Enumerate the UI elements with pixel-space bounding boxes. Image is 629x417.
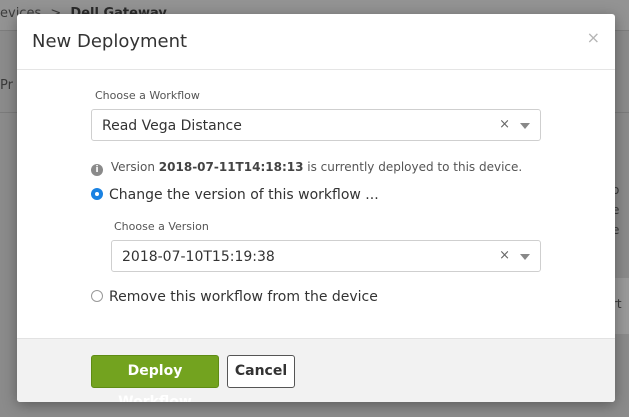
version-label: Choose a Version — [114, 220, 209, 233]
radio-checked-icon[interactable] — [91, 188, 103, 200]
chevron-down-icon[interactable] — [520, 123, 530, 129]
version-select-value: 2018-07-10T15:19:38 — [122, 249, 275, 265]
cancel-button[interactable]: Cancel — [227, 355, 295, 388]
close-icon[interactable]: × — [587, 28, 600, 47]
change-version-option[interactable]: Change the version of this workflow ... — [91, 187, 379, 203]
new-deployment-modal: New Deployment × Choose a Workflow Read … — [17, 14, 615, 402]
workflow-select[interactable]: Read Vega Distance × — [91, 109, 541, 141]
modal-footer: Deploy Workflow Cancel — [17, 338, 615, 402]
current-version: 2018-07-11T14:18:13 — [158, 160, 304, 174]
workflow-label: Choose a Workflow — [95, 89, 200, 102]
info-prefix: Version — [110, 160, 155, 174]
background-tab-text: Pr — [0, 78, 13, 93]
remove-workflow-label: Remove this workflow from the device — [109, 289, 378, 305]
modal-title: New Deployment — [32, 31, 188, 52]
info-suffix: is currently deployed to this device. — [307, 160, 523, 174]
radio-unchecked-icon[interactable] — [91, 290, 103, 302]
clear-icon[interactable]: × — [499, 248, 510, 263]
deploy-workflow-button[interactable]: Deploy Workflow — [91, 355, 219, 402]
version-select[interactable]: 2018-07-10T15:19:38 × — [111, 240, 541, 272]
change-version-label: Change the version of this workflow ... — [109, 187, 379, 203]
info-icon: i — [91, 164, 103, 176]
workflow-select-value: Read Vega Distance — [102, 118, 242, 134]
modal-header: New Deployment × — [17, 14, 615, 70]
remove-workflow-option[interactable]: Remove this workflow from the device — [91, 289, 378, 305]
current-version-info: i Version 2018-07-11T14:18:13 is current… — [91, 160, 522, 176]
chevron-down-icon[interactable] — [520, 254, 530, 260]
clear-icon[interactable]: × — [499, 117, 510, 132]
